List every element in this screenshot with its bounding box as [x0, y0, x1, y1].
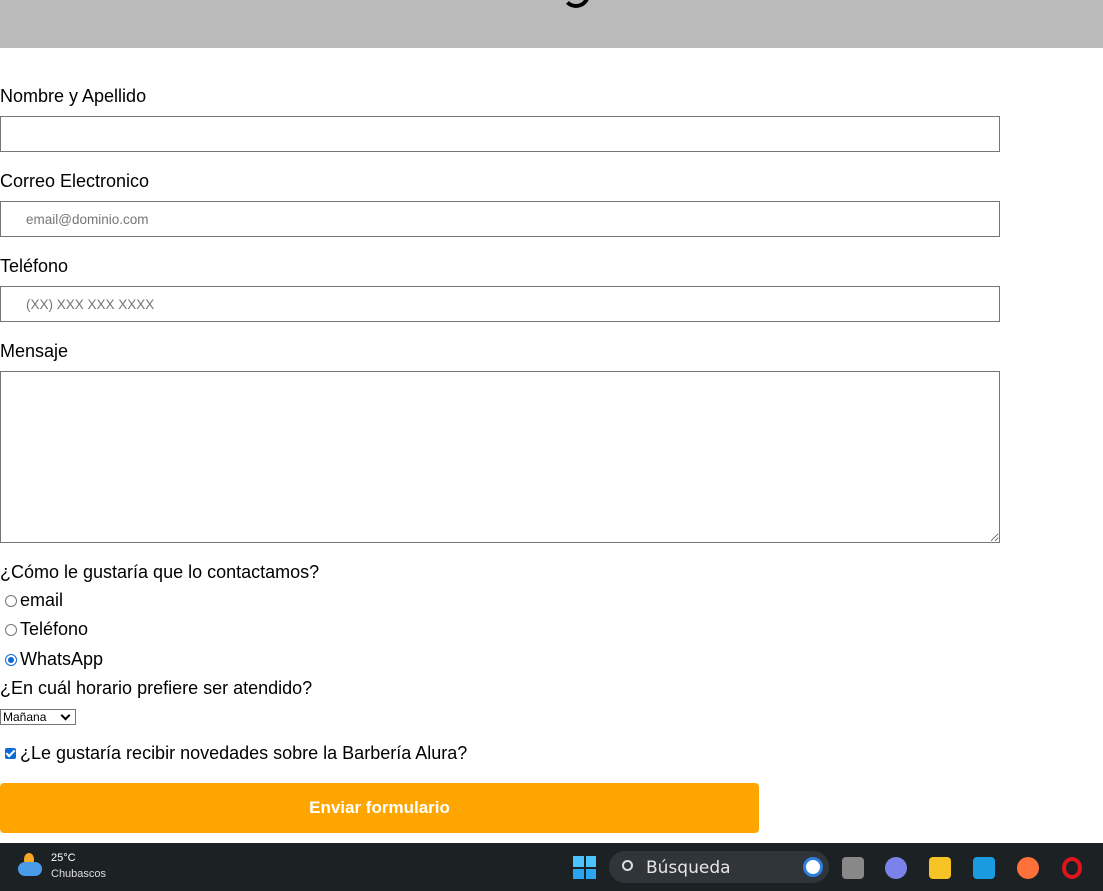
schedule-select[interactable]: Mañana: [0, 709, 76, 725]
email-input[interactable]: [0, 201, 1000, 237]
windows-start-icon[interactable]: [573, 856, 596, 879]
weather-text: Chubascos: [51, 868, 107, 880]
opera-icon[interactable]: [1062, 857, 1082, 879]
search-box[interactable]: Búsqueda: [609, 851, 829, 883]
radio-telefono[interactable]: [5, 624, 17, 636]
radio-whatsapp[interactable]: [5, 654, 17, 666]
page-header: [0, 0, 1103, 48]
search-icon: [622, 860, 633, 871]
email-label: Correo Electronico: [0, 171, 150, 191]
teams-chat-icon[interactable]: [885, 857, 907, 879]
radio-label-email: email: [20, 590, 64, 610]
radio-label-whatsapp: WhatsApp: [20, 649, 104, 669]
name-input[interactable]: [0, 116, 1000, 152]
logo-icon: [562, 0, 590, 8]
message-textarea[interactable]: [0, 371, 1000, 543]
chevron-down-icon: [60, 710, 71, 721]
newsletter-label: ¿Le gustaría recibir novedades sobre la …: [20, 743, 468, 763]
firefox-icon[interactable]: [1017, 857, 1039, 879]
newsletter-checkbox[interactable]: [5, 748, 16, 759]
radio-email[interactable]: [5, 595, 17, 607]
message-label: Mensaje: [0, 341, 69, 361]
taskbar: 25°C Chubascos Búsqueda: [0, 843, 1103, 891]
schedule-question: ¿En cuál horario prefiere ser atendido?: [0, 678, 313, 698]
mail-icon[interactable]: [973, 857, 995, 879]
contact-question: ¿Cómo le gustaría que lo contactamos?: [0, 562, 320, 582]
task-view-icon[interactable]: [842, 857, 864, 879]
name-label: Nombre y Apellido: [0, 86, 147, 106]
schedule-selected-value: Mañana: [3, 710, 47, 724]
file-explorer-icon[interactable]: [929, 857, 951, 879]
bing-icon[interactable]: [803, 857, 823, 877]
phone-label: Teléfono: [0, 256, 69, 276]
temperature: 25°C: [51, 852, 76, 864]
radio-label-telefono: Teléfono: [20, 619, 89, 639]
phone-input[interactable]: [0, 286, 1000, 322]
search-label: Búsqueda: [646, 858, 731, 878]
submit-button[interactable]: Enviar formulario: [0, 783, 759, 833]
weather-icon[interactable]: [18, 853, 44, 879]
